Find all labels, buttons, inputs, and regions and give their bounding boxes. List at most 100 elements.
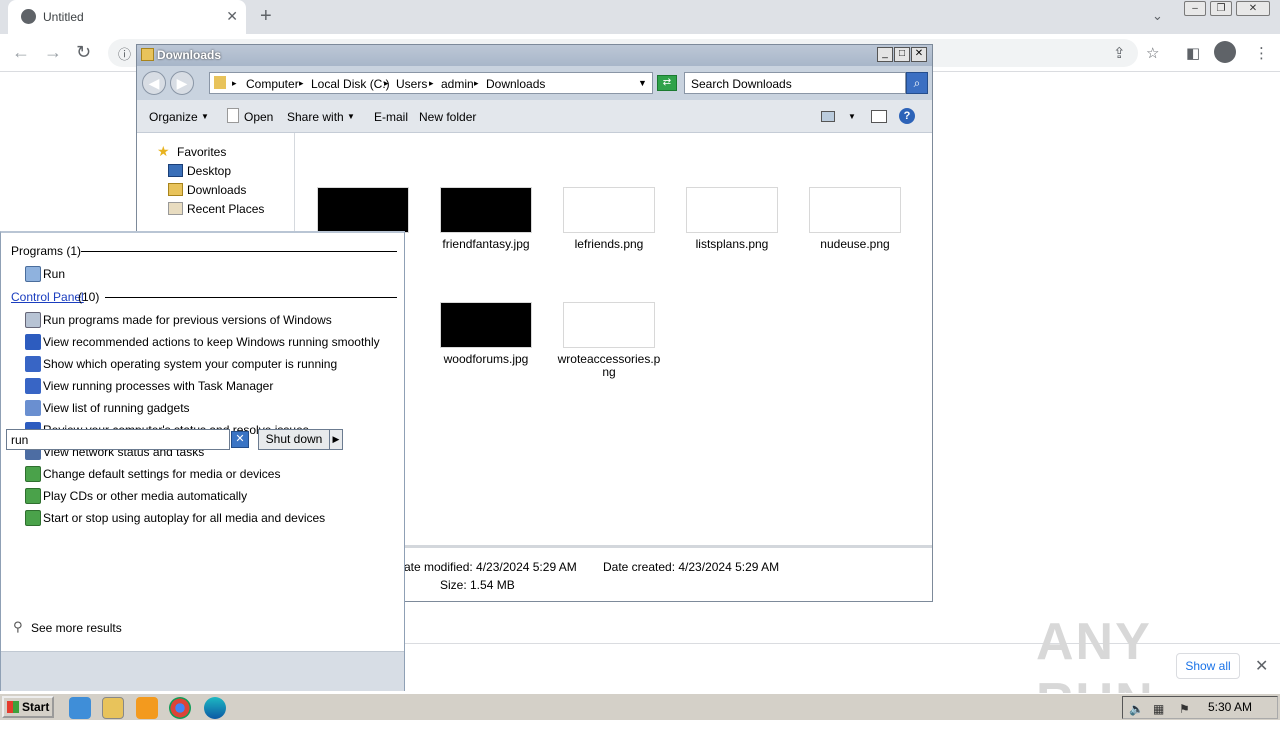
new-folder-button[interactable]: New folder [419, 110, 476, 124]
tab-search-icon[interactable]: ⌄ [1152, 8, 1163, 24]
close-icon[interactable]: ✕ [1255, 656, 1268, 676]
clear-search-icon[interactable]: ✕ [231, 431, 249, 448]
file-size: Size: 1.54 MB [440, 578, 515, 592]
start-label: Start [22, 700, 50, 714]
preview-pane-icon[interactable] [871, 110, 887, 123]
close-icon[interactable]: ✕ [911, 47, 927, 62]
file-name[interactable]: friendfantasy.jpg [434, 238, 538, 251]
date-created: Date created: 4/23/2024 5:29 AM [603, 560, 780, 574]
control-panel-item[interactable]: Change default settings for media or dev… [43, 467, 280, 481]
task-manager-icon [25, 378, 41, 394]
document-icon [227, 108, 239, 123]
control-panel-item[interactable]: Start or stop using autoplay for all med… [43, 511, 325, 525]
email-button[interactable]: E-mail [374, 110, 408, 124]
window-title: Downloads [157, 48, 222, 62]
breadcrumb-item[interactable]: Downloads [486, 77, 545, 91]
organize-button[interactable]: Organize [149, 110, 198, 124]
chevron-down-icon[interactable]: ▼ [848, 112, 856, 121]
reload-icon[interactable]: ↻ [76, 42, 91, 63]
view-icon[interactable] [821, 111, 835, 122]
browser-tab[interactable]: Untitled ✕ [8, 0, 246, 34]
control-panel-item[interactable]: View recommended actions to keep Windows… [43, 335, 380, 349]
chevron-down-icon[interactable]: ▼ [201, 112, 209, 121]
file-thumbnail[interactable] [686, 187, 778, 233]
sidebar-item-desktop[interactable]: Desktop [187, 164, 231, 178]
breadcrumb-item[interactable]: Computer [246, 77, 299, 91]
new-tab-button[interactable]: + [260, 5, 272, 28]
chevron-down-icon[interactable]: ▼ [638, 78, 647, 88]
see-more-results-link[interactable]: See more results [31, 621, 122, 635]
side-panel-icon[interactable]: ◧ [1186, 44, 1200, 62]
internet-explorer-icon[interactable] [69, 697, 91, 719]
minimize-icon[interactable]: – [1184, 1, 1206, 16]
file-name[interactable]: lefriends.png [557, 238, 661, 251]
file-name[interactable]: listsplans.png [680, 238, 784, 251]
file-thumbnail[interactable] [563, 187, 655, 233]
volume-icon[interactable]: 🔈 [1129, 702, 1144, 716]
file-name[interactable]: wroteaccessories.png [557, 353, 661, 379]
control-panel-item[interactable]: Run programs made for previous versions … [43, 313, 332, 327]
media-player-icon[interactable] [136, 697, 158, 719]
file-thumbnail[interactable] [440, 302, 532, 348]
command-bar: Organize ▼ Open Share with ▼ E-mail New … [137, 100, 932, 133]
action-center-flag-icon[interactable]: ⚑ [1179, 702, 1190, 716]
maximize-icon[interactable]: □ [894, 47, 910, 62]
menu-dots-icon[interactable]: ⋮ [1254, 44, 1269, 62]
share-with-button[interactable]: Share with [287, 110, 344, 124]
chevron-right-icon[interactable]: ▶ [329, 429, 343, 450]
start-menu-footer [1, 651, 404, 691]
explorer-folder-icon[interactable] [102, 697, 124, 719]
control-panel-item[interactable]: Play CDs or other media automatically [43, 489, 247, 503]
control-panel-item[interactable]: View list of running gadgets [43, 401, 190, 415]
tab-close-button[interactable]: ✕ [226, 8, 238, 25]
control-panel-item[interactable]: View running processes with Task Manager [43, 379, 273, 393]
back-arrow-icon[interactable]: ← [12, 42, 30, 63]
chrome-icon[interactable] [169, 697, 191, 719]
edge-icon[interactable] [204, 697, 226, 719]
file-name[interactable]: woodforums.jpg [434, 353, 538, 366]
help-icon[interactable]: ? [899, 108, 915, 124]
autoplay-icon [25, 466, 41, 482]
start-search-input[interactable]: run [6, 429, 230, 450]
file-thumbnail[interactable] [317, 187, 409, 233]
minimize-icon[interactable]: _ [877, 47, 893, 62]
refresh-icon[interactable]: ⇄ [657, 75, 677, 91]
start-menu: Programs (1) Run Control Panel (10) Run … [0, 231, 405, 691]
info-icon[interactable]: ⓘ [118, 44, 131, 63]
program-item-run[interactable]: Run [43, 267, 65, 281]
shutdown-button[interactable]: Shut down [258, 429, 330, 450]
forward-arrow-icon[interactable]: ▶ [170, 71, 194, 95]
explorer-titlebar[interactable]: Downloads [137, 45, 932, 66]
chevron-down-icon[interactable]: ▼ [347, 112, 355, 121]
search-icon[interactable]: ⌕ [906, 72, 928, 94]
sidebar-item-downloads[interactable]: Downloads [187, 183, 246, 197]
bookmark-star-icon[interactable]: ☆ [1146, 44, 1159, 62]
breadcrumb-item[interactable]: Users [396, 77, 427, 91]
file-thumbnail[interactable] [563, 302, 655, 348]
breadcrumb[interactable]: ▸ Computer ▸ Local Disk (C:) ▸ Users ▸ a… [209, 72, 653, 94]
restore-icon[interactable]: ❐ [1210, 1, 1232, 16]
file-thumbnail[interactable] [440, 187, 532, 233]
close-window-icon[interactable]: ✕ [1236, 1, 1270, 16]
file-thumbnail[interactable] [809, 187, 901, 233]
back-arrow-icon[interactable]: ◀ [142, 71, 166, 95]
profile-avatar-icon[interactable] [1214, 41, 1236, 63]
sidebar-item-favorites[interactable]: Favorites [177, 145, 226, 159]
breadcrumb-item[interactable]: Local Disk (C:) [311, 77, 390, 91]
desktop-icon [168, 164, 183, 177]
network-icon[interactable]: ▦ [1153, 702, 1164, 716]
start-button[interactable]: Start [2, 696, 54, 718]
control-panel-link[interactable]: Control Panel [11, 290, 84, 304]
clock[interactable]: 5:30 AM [1208, 700, 1252, 714]
file-name[interactable]: nudeuse.png [803, 238, 907, 251]
show-all-button[interactable]: Show all [1176, 653, 1240, 679]
control-panel-item[interactable]: Show which operating system your compute… [43, 357, 337, 371]
forward-arrow-icon[interactable]: → [44, 42, 62, 63]
search-input[interactable]: Search Downloads [684, 72, 906, 94]
open-button[interactable]: Open [244, 110, 273, 124]
programs-header: Programs (1) [11, 244, 82, 258]
breadcrumb-item[interactable]: admin [441, 77, 474, 91]
tab-title: Untitled [43, 10, 84, 24]
sidebar-item-recent-places[interactable]: Recent Places [187, 202, 264, 216]
share-icon[interactable]: ⇪ [1113, 44, 1126, 62]
